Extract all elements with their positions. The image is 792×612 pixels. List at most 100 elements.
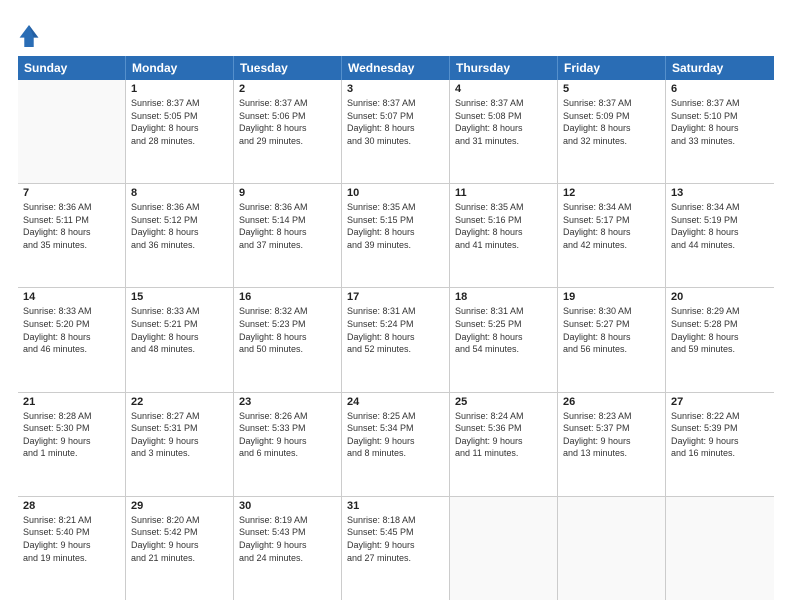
day-info: Sunrise: 8:19 AM Sunset: 5:43 PM Dayligh… bbox=[239, 514, 336, 564]
day-number: 19 bbox=[563, 291, 660, 303]
day-number: 15 bbox=[131, 291, 228, 303]
calendar-cell: 20Sunrise: 8:29 AM Sunset: 5:28 PM Dayli… bbox=[666, 288, 774, 391]
day-number: 1 bbox=[131, 83, 228, 95]
day-info: Sunrise: 8:37 AM Sunset: 5:06 PM Dayligh… bbox=[239, 97, 336, 147]
calendar-cell: 13 Sunrise: 8:34 AM Sunset: 5:19 PM Dayli… bbox=[666, 184, 774, 287]
calendar-cell: 14 Sunrise: 8:33 AM Sunset: 5:20 PM Dayli… bbox=[18, 288, 126, 391]
day-info: Sunrise: 8:23 AM Sunset: 5:37 PM Dayligh… bbox=[563, 410, 660, 460]
header-day-tuesday: Tuesday bbox=[234, 56, 342, 80]
day-number: 26 bbox=[563, 396, 660, 408]
calendar-cell: 1 Sunrise: 8:37 AM Sunset: 5:05 PM Daylig… bbox=[126, 80, 234, 183]
day-info: Sunrise: 8:37 AM Sunset: 5:09 PM Dayligh… bbox=[563, 97, 660, 147]
day-info: Sunrise: 8:34 AM Sunset: 5:19 PM Dayligh… bbox=[671, 201, 769, 251]
calendar-cell: 4Sunrise: 8:37 AM Sunset: 5:08 PM Daylig… bbox=[450, 80, 558, 183]
calendar-cell: 19 Sunrise: 8:30 AM Sunset: 5:27 PM Dayli… bbox=[558, 288, 666, 391]
day-number: 25 bbox=[455, 396, 552, 408]
calendar-cell: 7Sunrise: 8:36 AM Sunset: 5:11 PM Daylig… bbox=[18, 184, 126, 287]
day-info: Sunrise: 8:36 AM Sunset: 5:11 PM Dayligh… bbox=[23, 201, 120, 251]
logo-icon bbox=[18, 22, 40, 50]
day-info: Sunrise: 8:31 AM Sunset: 5:24 PM Dayligh… bbox=[347, 305, 444, 355]
day-number: 9 bbox=[239, 187, 336, 199]
day-info: Sunrise: 8:29 AM Sunset: 5:28 PM Dayligh… bbox=[671, 305, 769, 355]
calendar-cell: 2Sunrise: 8:37 AM Sunset: 5:06 PM Daylig… bbox=[234, 80, 342, 183]
calendar-cell: 5 Sunrise: 8:37 AM Sunset: 5:09 PM Daylig… bbox=[558, 80, 666, 183]
header bbox=[18, 18, 774, 50]
day-info: Sunrise: 8:26 AM Sunset: 5:33 PM Dayligh… bbox=[239, 410, 336, 460]
day-info: Sunrise: 8:33 AM Sunset: 5:20 PM Dayligh… bbox=[23, 305, 120, 355]
day-info: Sunrise: 8:31 AM Sunset: 5:25 PM Dayligh… bbox=[455, 305, 552, 355]
calendar-cell: 24Sunrise: 8:25 AM Sunset: 5:34 PM Dayli… bbox=[342, 393, 450, 496]
day-info: Sunrise: 8:37 AM Sunset: 5:07 PM Dayligh… bbox=[347, 97, 444, 147]
day-number: 29 bbox=[131, 500, 228, 512]
day-info: Sunrise: 8:32 AM Sunset: 5:23 PM Dayligh… bbox=[239, 305, 336, 355]
logo bbox=[18, 22, 44, 50]
calendar-cell bbox=[666, 497, 774, 600]
day-info: Sunrise: 8:36 AM Sunset: 5:12 PM Dayligh… bbox=[131, 201, 228, 251]
day-number: 14 bbox=[23, 291, 120, 303]
day-number: 10 bbox=[347, 187, 444, 199]
day-number: 18 bbox=[455, 291, 552, 303]
day-info: Sunrise: 8:35 AM Sunset: 5:16 PM Dayligh… bbox=[455, 201, 552, 251]
day-number: 11 bbox=[455, 187, 552, 199]
day-info: Sunrise: 8:28 AM Sunset: 5:30 PM Dayligh… bbox=[23, 410, 120, 460]
calendar-cell: 27 Sunrise: 8:22 AM Sunset: 5:39 PM Dayli… bbox=[666, 393, 774, 496]
header-day-wednesday: Wednesday bbox=[342, 56, 450, 80]
day-info: Sunrise: 8:37 AM Sunset: 5:05 PM Dayligh… bbox=[131, 97, 228, 147]
calendar-cell: 3 Sunrise: 8:37 AM Sunset: 5:07 PM Daylig… bbox=[342, 80, 450, 183]
week-row-1: 1 Sunrise: 8:37 AM Sunset: 5:05 PM Daylig… bbox=[18, 80, 774, 184]
day-info: Sunrise: 8:21 AM Sunset: 5:40 PM Dayligh… bbox=[23, 514, 120, 564]
day-number: 28 bbox=[23, 500, 120, 512]
day-number: 6 bbox=[671, 83, 769, 95]
day-info: Sunrise: 8:36 AM Sunset: 5:14 PM Dayligh… bbox=[239, 201, 336, 251]
header-day-friday: Friday bbox=[558, 56, 666, 80]
day-info: Sunrise: 8:35 AM Sunset: 5:15 PM Dayligh… bbox=[347, 201, 444, 251]
day-info: Sunrise: 8:37 AM Sunset: 5:10 PM Dayligh… bbox=[671, 97, 769, 147]
calendar-cell: 26 Sunrise: 8:23 AM Sunset: 5:37 PM Dayli… bbox=[558, 393, 666, 496]
day-info: Sunrise: 8:24 AM Sunset: 5:36 PM Dayligh… bbox=[455, 410, 552, 460]
day-number: 30 bbox=[239, 500, 336, 512]
calendar-cell: 9 Sunrise: 8:36 AM Sunset: 5:14 PM Daylig… bbox=[234, 184, 342, 287]
day-info: Sunrise: 8:30 AM Sunset: 5:27 PM Dayligh… bbox=[563, 305, 660, 355]
calendar-cell bbox=[450, 497, 558, 600]
week-row-2: 7Sunrise: 8:36 AM Sunset: 5:11 PM Daylig… bbox=[18, 184, 774, 288]
calendar-header: SundayMondayTuesdayWednesdayThursdayFrid… bbox=[18, 56, 774, 80]
calendar-cell: 16Sunrise: 8:32 AM Sunset: 5:23 PM Dayli… bbox=[234, 288, 342, 391]
calendar-cell: 28 Sunrise: 8:21 AM Sunset: 5:40 PM Dayli… bbox=[18, 497, 126, 600]
calendar-cell: 22Sunrise: 8:27 AM Sunset: 5:31 PM Dayli… bbox=[126, 393, 234, 496]
day-info: Sunrise: 8:34 AM Sunset: 5:17 PM Dayligh… bbox=[563, 201, 660, 251]
calendar-cell: 18 Sunrise: 8:31 AM Sunset: 5:25 PM Dayli… bbox=[450, 288, 558, 391]
day-number: 8 bbox=[131, 187, 228, 199]
day-number: 31 bbox=[347, 500, 444, 512]
day-number: 17 bbox=[347, 291, 444, 303]
calendar-cell: 10 Sunrise: 8:35 AM Sunset: 5:15 PM Dayli… bbox=[342, 184, 450, 287]
day-number: 24 bbox=[347, 396, 444, 408]
day-number: 12 bbox=[563, 187, 660, 199]
calendar-cell: 17 Sunrise: 8:31 AM Sunset: 5:24 PM Dayli… bbox=[342, 288, 450, 391]
day-number: 23 bbox=[239, 396, 336, 408]
header-day-sunday: Sunday bbox=[18, 56, 126, 80]
calendar-cell: 12 Sunrise: 8:34 AM Sunset: 5:17 PM Dayli… bbox=[558, 184, 666, 287]
day-info: Sunrise: 8:37 AM Sunset: 5:08 PM Dayligh… bbox=[455, 97, 552, 147]
calendar-cell: 23 Sunrise: 8:26 AM Sunset: 5:33 PM Dayli… bbox=[234, 393, 342, 496]
calendar-cell: 29Sunrise: 8:20 AM Sunset: 5:42 PM Dayli… bbox=[126, 497, 234, 600]
calendar-body: 1 Sunrise: 8:37 AM Sunset: 5:05 PM Daylig… bbox=[18, 80, 774, 600]
header-day-saturday: Saturday bbox=[666, 56, 774, 80]
week-row-5: 28 Sunrise: 8:21 AM Sunset: 5:40 PM Dayli… bbox=[18, 497, 774, 600]
calendar-cell bbox=[18, 80, 126, 183]
page: SundayMondayTuesdayWednesdayThursdayFrid… bbox=[0, 0, 792, 612]
calendar-cell: 15 Sunrise: 8:33 AM Sunset: 5:21 PM Dayli… bbox=[126, 288, 234, 391]
day-number: 3 bbox=[347, 83, 444, 95]
day-number: 5 bbox=[563, 83, 660, 95]
calendar-cell: 11 Sunrise: 8:35 AM Sunset: 5:16 PM Dayli… bbox=[450, 184, 558, 287]
calendar: SundayMondayTuesdayWednesdayThursdayFrid… bbox=[18, 56, 774, 600]
day-info: Sunrise: 8:33 AM Sunset: 5:21 PM Dayligh… bbox=[131, 305, 228, 355]
day-number: 13 bbox=[671, 187, 769, 199]
calendar-cell bbox=[558, 497, 666, 600]
header-day-thursday: Thursday bbox=[450, 56, 558, 80]
day-number: 27 bbox=[671, 396, 769, 408]
day-info: Sunrise: 8:22 AM Sunset: 5:39 PM Dayligh… bbox=[671, 410, 769, 460]
day-info: Sunrise: 8:18 AM Sunset: 5:45 PM Dayligh… bbox=[347, 514, 444, 564]
day-number: 22 bbox=[131, 396, 228, 408]
calendar-cell: 21Sunrise: 8:28 AM Sunset: 5:30 PM Dayli… bbox=[18, 393, 126, 496]
calendar-cell: 8 Sunrise: 8:36 AM Sunset: 5:12 PM Daylig… bbox=[126, 184, 234, 287]
